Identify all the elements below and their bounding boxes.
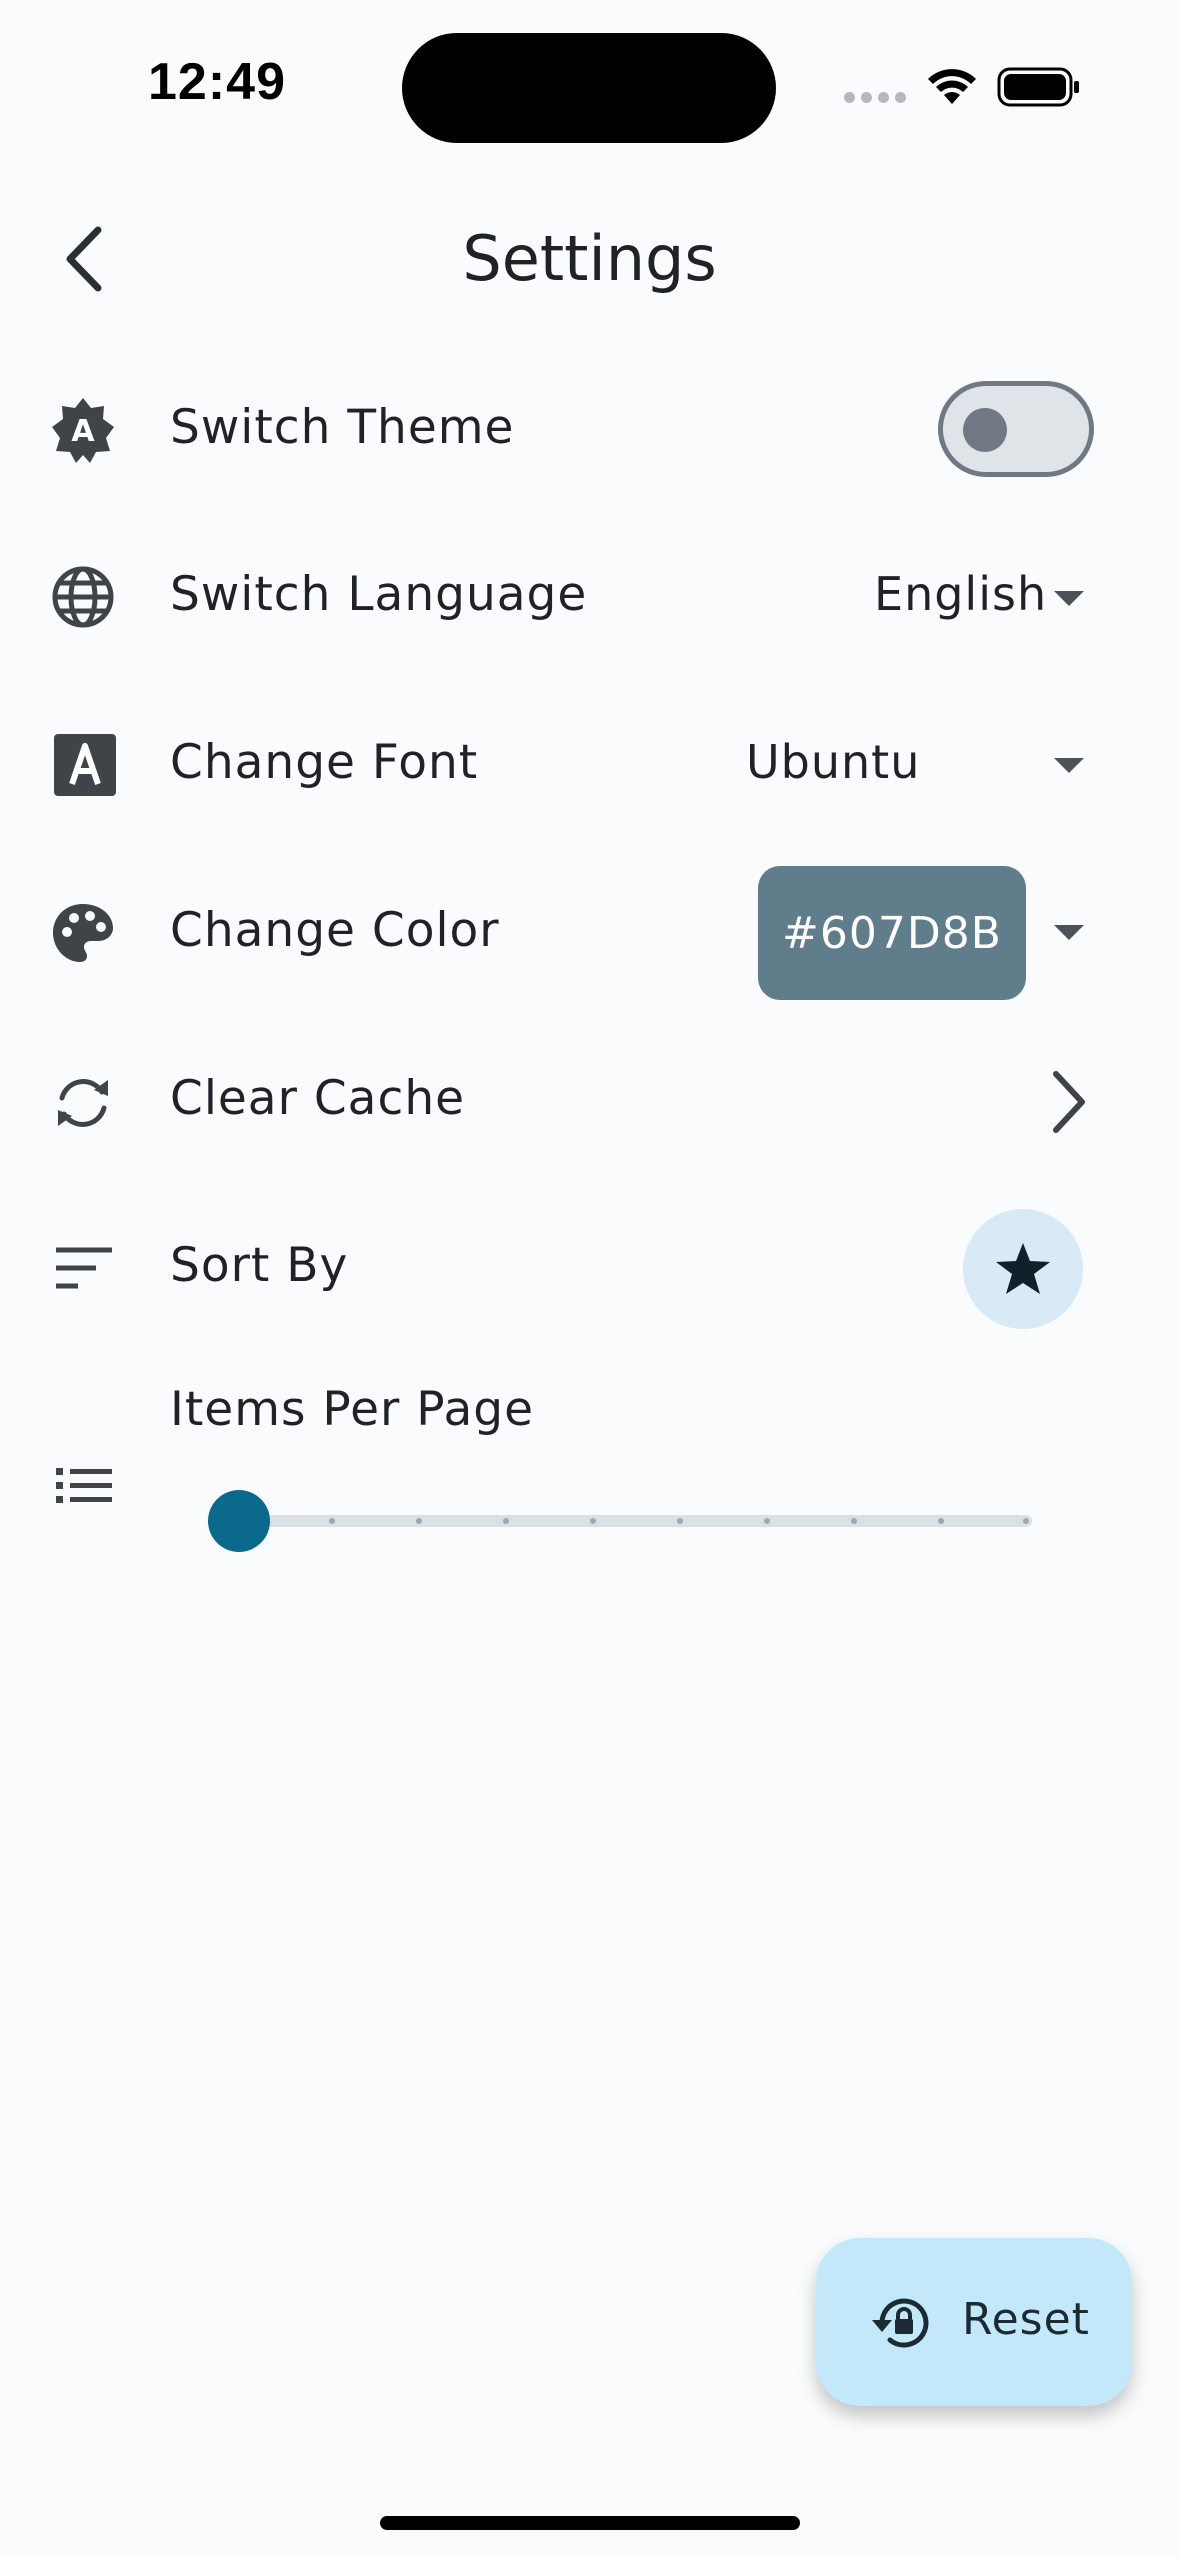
slider-tick xyxy=(416,1518,422,1524)
slider-tick xyxy=(590,1518,596,1524)
items-per-page-slider-thumb[interactable] xyxy=(208,1490,270,1552)
clear-cache-chevron-right-icon[interactable] xyxy=(1048,1068,1090,1136)
clear-cache-label: Clear Cache xyxy=(170,1071,466,1126)
font-dropdown-caret-icon[interactable] xyxy=(1054,758,1084,773)
brightness-auto-icon: A xyxy=(52,398,114,463)
lock-reset-icon xyxy=(872,2298,929,2348)
globe-icon xyxy=(52,566,114,628)
items-per-page-label: Items Per Page xyxy=(170,1382,535,1437)
svg-text:A: A xyxy=(71,414,95,449)
status-time: 12:49 xyxy=(148,53,286,111)
sync-icon xyxy=(58,1079,108,1127)
color-value-chip[interactable]: #607D8B xyxy=(758,866,1026,1000)
slider-tick xyxy=(764,1518,770,1524)
switch-theme-label: Switch Theme xyxy=(170,400,515,455)
dynamic-island xyxy=(402,33,776,143)
font-dropdown-value[interactable]: Ubuntu xyxy=(746,735,920,789)
language-dropdown-caret-icon[interactable] xyxy=(1054,591,1084,606)
color-dropdown-caret-icon[interactable] xyxy=(1054,925,1084,940)
cellular-signal-icon xyxy=(844,92,906,106)
toggle-knob xyxy=(963,408,1007,452)
font-icon xyxy=(54,734,116,796)
slider-tick xyxy=(1023,1518,1029,1524)
switch-language-label: Switch Language xyxy=(170,567,588,622)
reset-button-label: Reset xyxy=(962,2294,1090,2345)
slider-tick xyxy=(677,1518,683,1524)
home-indicator[interactable] xyxy=(380,2516,800,2530)
items-per-page-slider-track[interactable] xyxy=(238,1515,1032,1527)
slider-tick xyxy=(851,1518,857,1524)
star-icon xyxy=(996,1243,1050,1294)
sort-by-label: Sort By xyxy=(170,1238,349,1293)
sort-by-button[interactable] xyxy=(963,1209,1083,1329)
palette-icon xyxy=(53,904,113,962)
slider-tick xyxy=(503,1518,509,1524)
slider-tick xyxy=(938,1518,944,1524)
language-dropdown-value[interactable]: English xyxy=(874,567,1047,621)
slider-tick xyxy=(329,1518,335,1524)
change-color-label: Change Color xyxy=(170,903,500,958)
reset-button[interactable]: Reset xyxy=(816,2238,1132,2406)
change-font-label: Change Font xyxy=(170,735,479,790)
list-icon xyxy=(56,1468,112,1503)
page-title: Settings xyxy=(462,222,717,295)
battery-icon xyxy=(997,67,1079,107)
wifi-icon xyxy=(928,69,976,104)
sort-icon xyxy=(56,1247,112,1289)
theme-toggle[interactable] xyxy=(938,381,1094,477)
